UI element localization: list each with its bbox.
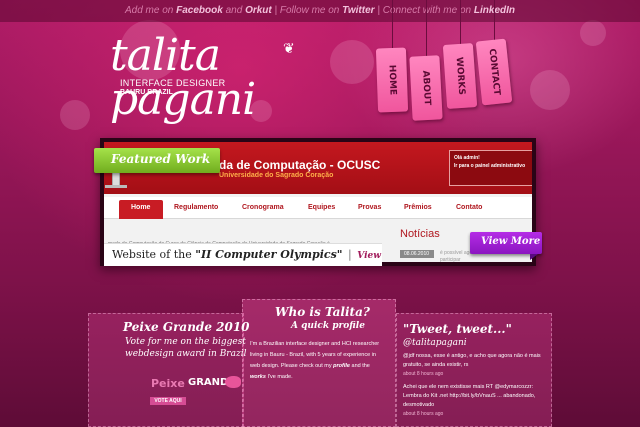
view-more-label: View More xyxy=(481,236,541,247)
news-line: participar xyxy=(440,257,461,263)
profile-line: I'm a Brazilian interface designer and H… xyxy=(250,341,380,347)
tag-string xyxy=(460,0,461,44)
bokeh-decoration xyxy=(60,100,90,130)
nav-tag-label: WORKS xyxy=(453,56,467,96)
project-site-subtitle: Universidade do Sagrado Coração xyxy=(219,172,334,179)
profile-line: web design. Please check out my profile … xyxy=(250,361,390,372)
social-links-bar: Add me on Facebook and Orkut | Follow me… xyxy=(0,0,640,22)
profile-end: I've made. xyxy=(267,374,293,380)
tweets-title: "Tweet, tweet..." xyxy=(403,322,512,336)
logo-role: INTERFACE DESIGNER xyxy=(120,78,226,88)
featured-label-base xyxy=(105,185,127,188)
project-news-date: 08.06.2010 xyxy=(400,250,434,258)
caption-separator: | xyxy=(348,248,352,261)
twitter-link[interactable]: Twitter xyxy=(342,5,374,16)
project-nav-item: Cronograma xyxy=(242,204,284,211)
profile-subtitle: A quick profile xyxy=(291,321,365,331)
admin-link: Ir para o painel administrativo xyxy=(454,163,526,169)
page-background: Add me on Facebook and Orkut | Follow me… xyxy=(0,0,640,427)
nav-tag-works[interactable]: WORKS xyxy=(442,43,478,109)
bokeh-decoration xyxy=(330,40,374,84)
profile-title: Who is Talita? xyxy=(275,305,370,319)
orkut-link[interactable]: Orkut xyxy=(245,5,272,16)
profile-line-text: web design. Please check out my xyxy=(250,363,332,369)
featured-work-label: Featured Work xyxy=(94,148,220,173)
peixe-grande-badge[interactable]: Peixe GRANDE xyxy=(150,374,241,398)
nav-tag-contact[interactable]: CONTACT xyxy=(475,38,513,106)
view-more-button[interactable]: View More xyxy=(470,232,542,254)
peixe-grande-line1: Vote for me on the biggest xyxy=(125,337,246,347)
profile-link[interactable]: profile xyxy=(333,363,350,369)
tweet-1: @jdf nossa, esse é antigo, e acho que ag… xyxy=(403,352,549,370)
badge-word-1: Peixe xyxy=(151,377,185,390)
facebook-link[interactable]: Facebook xyxy=(176,5,223,16)
tweet-2-time: about 8 hours ago xyxy=(403,411,444,417)
project-nav-item: Prêmios xyxy=(404,204,432,211)
tag-string xyxy=(494,0,495,40)
bokeh-decoration xyxy=(530,70,570,110)
project-site-nav: Home Regulamento Cronograma Equipes Prov… xyxy=(104,197,532,219)
follow-text: | Follow me on xyxy=(274,5,340,16)
tweet-line: desmotivado xyxy=(403,402,435,408)
tag-string xyxy=(392,0,393,48)
nav-tag-about[interactable]: ABOUT xyxy=(409,55,443,121)
nav-tag-label: CONTACT xyxy=(486,48,502,96)
profile-line: living in Bauru - Brazil, with 5 years o… xyxy=(250,352,376,358)
project-nav-item: Contato xyxy=(456,204,483,211)
tweet-line: @jdf nossa, esse é antigo, e acho que ag… xyxy=(403,353,541,359)
caption-view-link[interactable]: View xyxy=(357,251,381,261)
social-and: and xyxy=(225,5,243,16)
bow-ornament-icon: ❦ xyxy=(283,40,295,56)
tag-string xyxy=(426,0,427,56)
caption-prefix: Website of the xyxy=(112,248,192,261)
project-nav-item: Provas xyxy=(358,204,382,211)
vote-button[interactable]: VOTE AQUI xyxy=(150,397,186,405)
profile-text: I'm a Brazilian interface designer and H… xyxy=(250,339,390,383)
project-news-heading: Notícias xyxy=(400,228,440,240)
tweet-line: gratuito, se ainda existir, rs xyxy=(403,362,469,368)
nav-tag-home[interactable]: HOME xyxy=(375,47,409,113)
project-nav-item: Regulamento xyxy=(174,204,219,211)
news-date-text: 08.06.2010 xyxy=(404,251,430,257)
site-logo[interactable]: talita pagani INTERFACE DESIGNER BAURU B… xyxy=(110,34,310,122)
admin-greeting: Olá admin! xyxy=(454,155,480,161)
tweet-2: Achei que ele nem existisse mais RT @edy… xyxy=(403,383,549,410)
caption-project-name: "II Computer Olympics" xyxy=(195,248,343,261)
tweet-1-time: about 8 hours ago xyxy=(403,371,444,377)
social-prefix: Add me on xyxy=(124,5,174,16)
project-admin-box: Olá admin! Ir para o painel administrati… xyxy=(449,150,532,186)
profile-and: and the xyxy=(351,363,370,369)
nav-tag-label: HOME xyxy=(386,64,398,96)
profile-line: works I've made. xyxy=(250,372,390,383)
logo-city: BAURU BRAZIL xyxy=(120,89,173,96)
tweet-line: Lembra do Kit .net http://bit.ly/bVnauS … xyxy=(403,393,536,399)
project-site-title: da de Computação - OCUSC xyxy=(219,158,381,172)
fish-icon xyxy=(225,376,241,388)
project-nav-home: Home xyxy=(119,200,163,219)
project-nav-label: Home xyxy=(131,204,151,211)
project-nav-item: Equipes xyxy=(308,204,336,211)
peixe-grande-line2: webdesign award in Brazil xyxy=(125,349,247,359)
works-link[interactable]: works xyxy=(250,374,266,380)
twitter-handle[interactable]: @talitapagani xyxy=(403,338,467,348)
view-more-notch xyxy=(530,254,538,260)
bokeh-decoration xyxy=(580,20,606,46)
featured-caption: Website of the "II Computer Olympics" | … xyxy=(104,243,382,266)
featured-work-label-text: Featured Work xyxy=(111,152,211,166)
peixe-grande-title: Peixe Grande 2010 xyxy=(123,320,250,334)
tweet-line: Achei que ele nem existisse mais RT @edy… xyxy=(403,384,534,390)
nav-tag-label: ABOUT xyxy=(420,70,432,106)
